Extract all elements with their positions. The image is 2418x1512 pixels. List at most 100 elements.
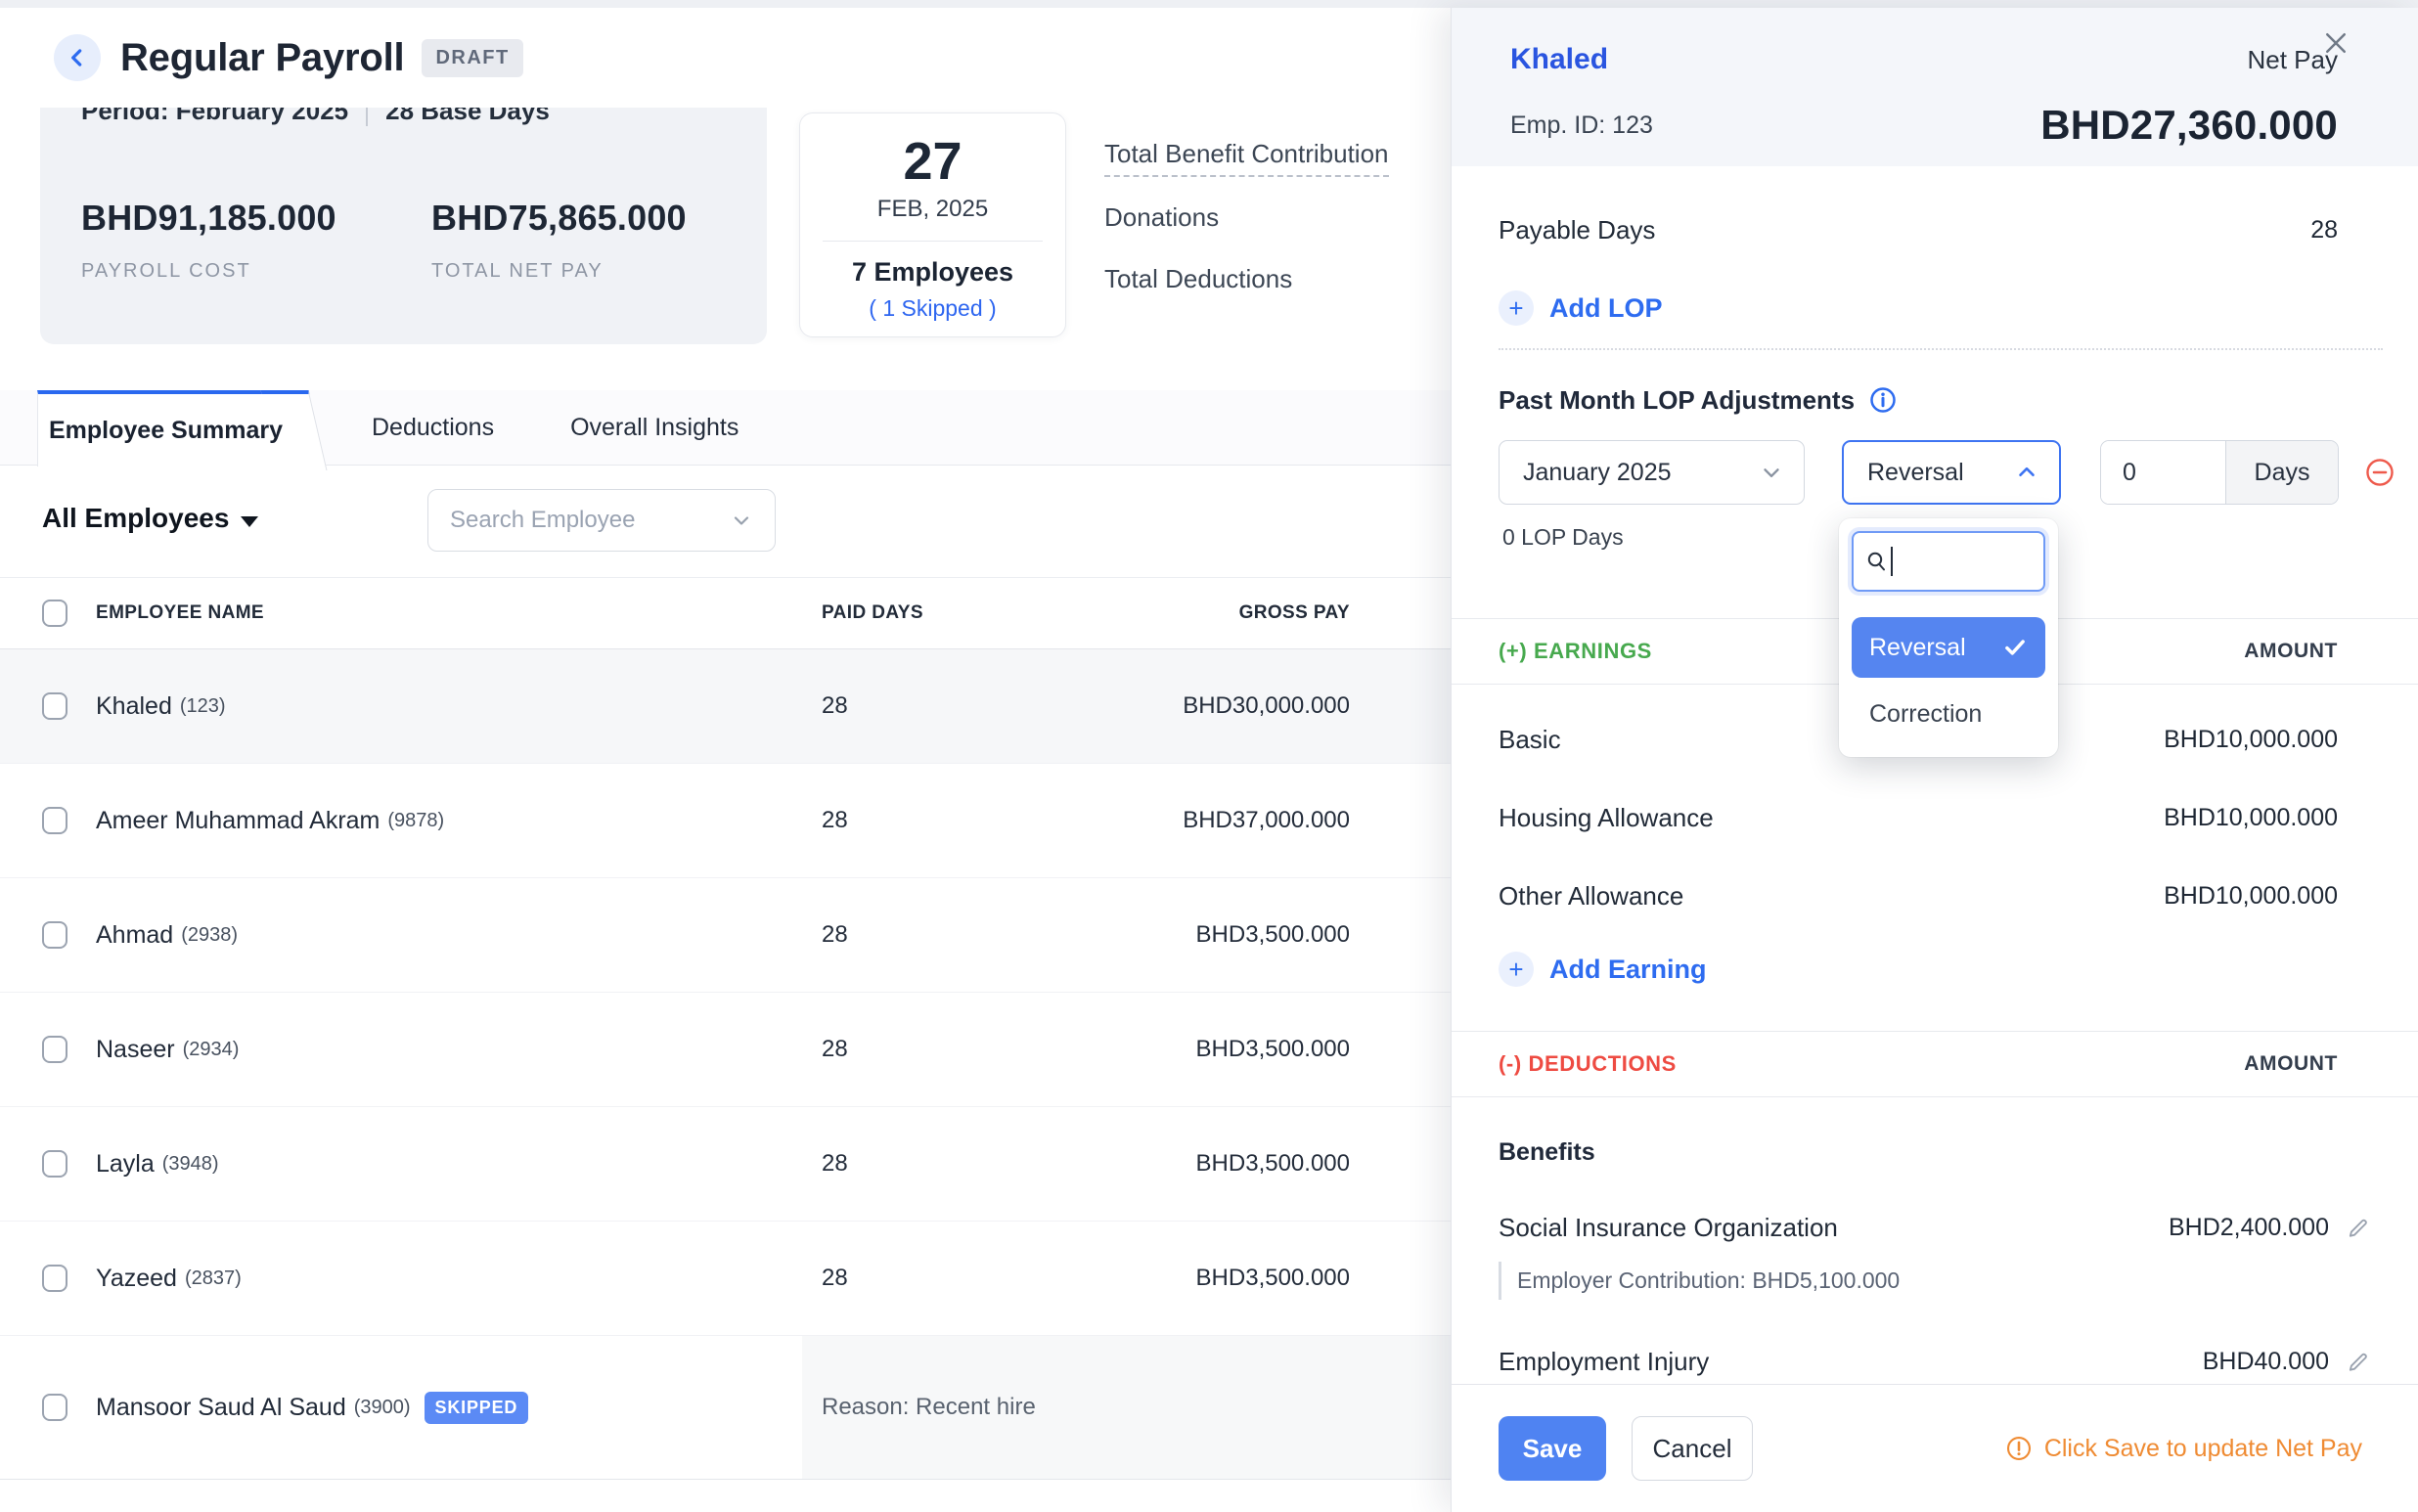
row-checkbox[interactable] [42, 1150, 67, 1178]
earnings-header-label: (+) EARNINGS [1499, 639, 1652, 664]
earning-name: Housing Allowance [1499, 803, 1714, 833]
employee-count: 7 Employees [800, 257, 1065, 288]
dropdown-search-input[interactable] [1903, 548, 2000, 576]
back-button[interactable] [54, 34, 101, 81]
donations-link[interactable]: Donations [1104, 202, 1219, 239]
search-icon [1865, 550, 1889, 573]
employee-name: Layla [96, 1150, 155, 1178]
option-label: Reversal [1869, 634, 1966, 662]
dropdown-search-box[interactable] [1852, 531, 2045, 592]
employee-table: EMPLOYEE NAME PAID DAYS GROSS PAY Khaled… [0, 577, 1452, 1480]
add-lop-button[interactable]: + Add LOP [1499, 289, 1663, 327]
table-row[interactable]: Yazeed(2837) 28 BHD3,500.000 [0, 1222, 1452, 1336]
lop-days-input[interactable] [2101, 441, 2225, 504]
edit-pencil-icon[interactable] [2345, 1214, 2372, 1241]
deduction-amount: BHD40.000 [2203, 1348, 2329, 1376]
deduction-name: Employment Injury [1499, 1347, 1709, 1377]
select-all-checkbox[interactable] [42, 600, 67, 627]
earning-item-row: Other Allowance BHD10,000.000 [1452, 857, 2418, 935]
table-row[interactable]: Ahmad (2938) 28 BHD3,500.000 [0, 878, 1452, 993]
summary-links: Total Benefit Contribution Donations Tot… [1104, 139, 1389, 300]
tab-employee-summary-label: Employee Summary [49, 417, 283, 445]
gross-pay-cell: BHD3,500.000 [1196, 1036, 1350, 1063]
gross-pay-cell: BHD3,500.000 [1196, 1265, 1350, 1292]
option-label: Correction [1869, 700, 1982, 729]
lop-month-select[interactable]: January 2025 [1499, 440, 1805, 505]
lop-adjustment-controls: January 2025 Reversal Days [1452, 440, 2418, 505]
earning-amount: BHD10,000.000 [2164, 726, 2338, 754]
drawer-header: Khaled Net Pay Emp. ID: 123 BHD27,360.00… [1452, 8, 2418, 166]
days-suffix-label: Days [2225, 441, 2338, 504]
tab-deductions[interactable]: Deductions [372, 414, 494, 442]
chevron-left-icon [65, 45, 90, 70]
employee-name: Mansoor Saud Al Saud [96, 1394, 346, 1422]
tab-employee-summary[interactable]: Employee Summary [37, 390, 293, 467]
info-icon[interactable] [1868, 385, 1898, 415]
total-deductions-link[interactable]: Total Deductions [1104, 264, 1292, 300]
skipped-count-link[interactable]: ( 1 Skipped ) [800, 295, 1065, 322]
skipped-badge: SKIPPED [425, 1392, 529, 1424]
row-checkbox[interactable] [42, 692, 67, 720]
table-row[interactable]: Naseer(2934) 28 BHD3,500.000 [0, 993, 1452, 1107]
employer-contribution-note: Employer Contribution: BHD5,100.000 [1499, 1262, 2418, 1300]
gross-pay-cell: BHD37,000.000 [1183, 807, 1350, 834]
date-card-divider [823, 241, 1043, 242]
lop-type-select[interactable]: Reversal [1842, 440, 2061, 505]
dropdown-option-correction[interactable]: Correction [1852, 684, 2045, 744]
employee-name: Ameer Muhammad Akram [96, 807, 380, 835]
employee-id: (123) [180, 695, 226, 718]
earning-amount: BHD10,000.000 [2164, 804, 2338, 832]
drawer-body: Payable Days 28 + Add LOP Past Month LOP… [1452, 213, 2418, 1378]
paid-days-cell: 28 [822, 921, 848, 949]
main-content: Period: February 2025 28 Base Days BHD91… [0, 8, 1452, 1512]
employee-id: (3948) [162, 1153, 219, 1176]
paid-days-cell: 28 [822, 807, 848, 834]
warning-text: Click Save to update Net Pay [2044, 1435, 2362, 1463]
row-checkbox[interactable] [42, 1265, 67, 1292]
employee-id: (2938) [181, 924, 238, 947]
skip-reason-text: Reason: Recent hire [822, 1394, 1036, 1421]
total-net-pay-label: TOTAL NET PAY [431, 260, 782, 283]
column-paid-days: PAID DAYS [822, 602, 923, 624]
employee-name: Naseer [96, 1036, 175, 1064]
row-checkbox[interactable] [42, 921, 67, 949]
employee-name: Ahmad [96, 921, 173, 950]
search-employee-placeholder: Search Employee [450, 507, 730, 534]
row-checkbox[interactable] [42, 1036, 67, 1063]
tab-overall-insights[interactable]: Overall Insights [570, 414, 739, 442]
row-checkbox[interactable] [42, 1394, 67, 1421]
net-pay-label: Net Pay [2248, 45, 2339, 75]
table-row-skipped[interactable]: Reason: Recent hire Mansoor Saud Al Saud… [0, 1336, 1452, 1480]
total-net-pay-value: BHD75,865.000 [431, 198, 782, 239]
search-employee-select[interactable]: Search Employee [427, 489, 776, 552]
save-warning: Click Save to update Net Pay [2005, 1435, 2362, 1463]
table-row[interactable]: Layla(3948) 28 BHD3,500.000 [0, 1107, 1452, 1222]
status-badge: DRAFT [422, 39, 522, 77]
employee-filter-dropdown[interactable]: All Employees [42, 503, 258, 534]
text-cursor [1891, 547, 1893, 576]
deductions-header-label: (-) DEDUCTIONS [1499, 1051, 1677, 1077]
gross-pay-cell: BHD3,500.000 [1196, 921, 1350, 949]
table-row[interactable]: Ameer Muhammad Akram(9878) 28 BHD37,000.… [0, 764, 1452, 878]
plus-icon: + [1499, 290, 1534, 326]
chevron-down-icon [1759, 460, 1784, 485]
column-employee-name: EMPLOYEE NAME [96, 602, 264, 624]
payable-days-row: Payable Days 28 [1452, 213, 2418, 246]
drawer-employee-name-link[interactable]: Khaled [1510, 43, 1608, 76]
table-row[interactable]: Khaled(123) 28 BHD30,000.000 [0, 649, 1452, 764]
dropdown-option-reversal[interactable]: Reversal [1852, 617, 2045, 678]
drawer-footer: Save Cancel Click Save to update Net Pay [1452, 1384, 2418, 1512]
gross-pay-cell: BHD30,000.000 [1183, 692, 1350, 720]
page-title: Regular Payroll [120, 36, 404, 80]
save-button[interactable]: Save [1499, 1416, 1606, 1481]
add-earning-button[interactable]: + Add Earning [1499, 951, 1707, 988]
employee-id: (2837) [185, 1267, 242, 1290]
edit-pencil-icon[interactable] [2345, 1348, 2372, 1375]
cancel-button[interactable]: Cancel [1632, 1416, 1753, 1481]
skip-reason-panel: Reason: Recent hire [802, 1336, 1452, 1479]
row-checkbox[interactable] [42, 807, 67, 834]
remove-adjustment-button[interactable] [2364, 457, 2396, 488]
earning-name: Other Allowance [1499, 881, 1683, 912]
total-benefit-contribution-link[interactable]: Total Benefit Contribution [1104, 139, 1389, 177]
warning-icon [2005, 1435, 2033, 1462]
